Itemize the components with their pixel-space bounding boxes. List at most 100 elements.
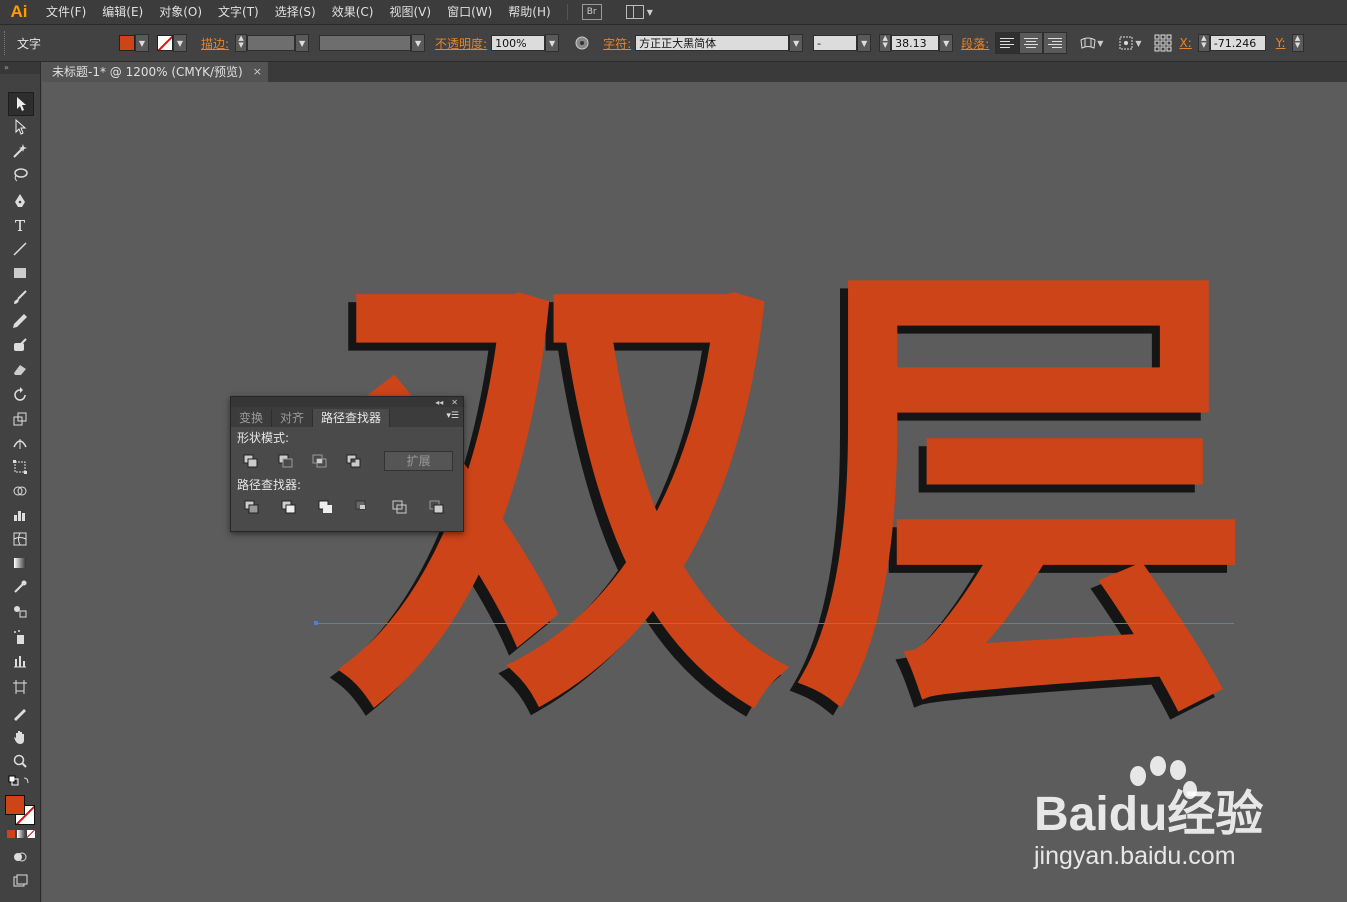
artboard-tool-icon[interactable] <box>8 676 32 698</box>
pencil-tool-icon[interactable] <box>8 310 32 332</box>
graph-tool-icon[interactable] <box>8 504 32 526</box>
tools-panel-collapse[interactable]: » <box>0 62 40 74</box>
width-tool-icon[interactable] <box>8 432 32 454</box>
trim-button[interactable] <box>278 498 300 516</box>
align-left-button[interactable] <box>995 32 1020 54</box>
selection-tool-icon[interactable] <box>8 92 34 116</box>
gradient-tool-icon[interactable] <box>8 552 32 574</box>
shape-builder-tool-icon[interactable] <box>8 480 32 502</box>
opacity-label[interactable]: 不透明度: <box>435 35 487 52</box>
menu-object[interactable]: 对象(O) <box>151 0 210 24</box>
scale-tool-icon[interactable] <box>8 408 32 430</box>
expand-button[interactable]: 扩展 <box>384 451 453 471</box>
opacity-field[interactable]: 100% <box>491 35 546 51</box>
column-graph-tool-icon[interactable] <box>8 650 32 672</box>
intersect-button[interactable] <box>310 452 330 470</box>
mesh-tool-icon[interactable] <box>8 528 32 550</box>
fill-dropdown[interactable]: ▼ <box>135 34 149 52</box>
none-mode-icon[interactable] <box>27 830 35 838</box>
crop-button[interactable] <box>352 498 374 516</box>
pen-tool-icon[interactable] <box>8 190 32 212</box>
workspace-switcher[interactable]: ▼ <box>625 5 653 19</box>
minus-back-button[interactable] <box>426 498 448 516</box>
panel-menu-icon[interactable]: ▾☰ <box>446 411 459 421</box>
bridge-button[interactable]: Br <box>581 4 602 20</box>
stroke-weight-field[interactable] <box>247 35 296 51</box>
tab-align[interactable]: 对齐 <box>272 409 314 427</box>
y-stepper[interactable]: ▲ ▼ <box>1291 34 1304 52</box>
chevron-down-icon[interactable]: ▼ <box>1097 39 1103 48</box>
outline-button[interactable] <box>389 498 411 516</box>
tab-transform[interactable]: 变换 <box>231 409 273 427</box>
collapse-icon[interactable]: ◂◂ <box>435 398 443 407</box>
gradient-mode-icon[interactable] <box>17 830 25 838</box>
menu-type[interactable]: 文字(T) <box>210 0 267 24</box>
stroke-label[interactable]: 描边: <box>201 35 229 52</box>
font-style-dropdown[interactable]: ▼ <box>857 34 872 52</box>
stroke-none-swatch[interactable] <box>157 35 173 51</box>
align-right-button[interactable] <box>1043 32 1068 54</box>
default-colors-icon[interactable] <box>8 774 32 790</box>
warp-icon[interactable] <box>1079 34 1097 52</box>
menu-edit[interactable]: 编辑(E) <box>94 0 151 24</box>
paragraph-label[interactable]: 段落: <box>961 35 989 52</box>
zoom-tool-icon[interactable] <box>8 750 32 772</box>
direct-selection-tool-icon[interactable] <box>8 116 32 138</box>
chevron-down-icon[interactable]: ▼ <box>1135 39 1141 48</box>
divide-button[interactable] <box>241 498 263 516</box>
panel-titlebar[interactable]: ◂◂ ✕ <box>231 397 463 407</box>
menu-select[interactable]: 选择(S) <box>267 0 324 24</box>
blend-tool-icon[interactable] <box>8 600 32 622</box>
text-anchor-point[interactable] <box>314 621 318 625</box>
symbol-sprayer-tool-icon[interactable] <box>8 626 32 648</box>
hand-tool-icon[interactable] <box>8 726 32 748</box>
drawing-modes-icon[interactable] <box>8 846 32 868</box>
stroke-stepper[interactable]: ▲ ▼ <box>235 34 248 52</box>
fill-color-box[interactable] <box>5 795 25 815</box>
color-mode-buttons[interactable] <box>7 830 35 838</box>
font-size-dropdown[interactable]: ▼ <box>939 34 954 52</box>
x-label[interactable]: X: <box>1180 36 1192 50</box>
opacity-dropdown[interactable]: ▼ <box>545 34 560 52</box>
panel-grip[interactable] <box>4 31 9 55</box>
variable-width-profile[interactable] <box>319 35 412 51</box>
merge-button[interactable] <box>315 498 337 516</box>
color-mode-icon[interactable] <box>7 830 15 838</box>
exclude-button[interactable] <box>344 452 364 470</box>
profile-dropdown[interactable]: ▼ <box>411 34 426 52</box>
fill-color-swatch[interactable] <box>119 35 135 51</box>
stroke-weight-dropdown[interactable]: ▼ <box>295 34 310 52</box>
align-center-button[interactable] <box>1019 32 1044 54</box>
menu-file[interactable]: 文件(F) <box>38 0 94 24</box>
recolor-icon[interactable] <box>573 34 591 52</box>
line-tool-icon[interactable] <box>8 238 32 260</box>
rectangle-tool-icon[interactable] <box>8 262 32 284</box>
close-icon[interactable]: ✕ <box>451 398 458 407</box>
free-transform-tool-icon[interactable] <box>8 456 32 478</box>
minus-front-button[interactable] <box>275 452 295 470</box>
menu-window[interactable]: 窗口(W) <box>439 0 500 24</box>
font-family-field[interactable]: 方正正大黑简体 <box>635 35 790 51</box>
artwork-main-text[interactable]: 双层 <box>334 224 1254 771</box>
character-label[interactable]: 字符: <box>603 35 631 52</box>
type-tool-icon[interactable]: T <box>8 214 32 236</box>
font-family-dropdown[interactable]: ▼ <box>789 34 804 52</box>
menu-view[interactable]: 视图(V) <box>381 0 439 24</box>
transform-reference-icon[interactable] <box>1117 34 1135 52</box>
unite-button[interactable] <box>241 452 261 470</box>
font-style-field[interactable]: - <box>813 35 858 51</box>
screen-mode-icon[interactable] <box>8 870 32 892</box>
slice-tool-icon[interactable] <box>8 702 32 724</box>
rotate-tool-icon[interactable] <box>8 384 32 406</box>
close-icon[interactable]: × <box>253 62 262 82</box>
lasso-tool-icon[interactable] <box>8 164 32 186</box>
eraser-tool-icon[interactable] <box>8 358 32 380</box>
y-label[interactable]: Y: <box>1276 36 1286 50</box>
x-field[interactable]: -71.246 <box>1209 35 1266 51</box>
x-stepper[interactable]: ▲ ▼ <box>1197 34 1210 52</box>
reference-point-icon[interactable] <box>1154 34 1172 52</box>
document-tab[interactable]: 未标题-1* @ 1200% (CMYK/预览) × <box>42 62 268 82</box>
tab-pathfinder[interactable]: 路径查找器 <box>313 409 391 427</box>
stroke-dropdown[interactable]: ▼ <box>173 34 187 52</box>
blob-brush-tool-icon[interactable] <box>8 334 32 356</box>
